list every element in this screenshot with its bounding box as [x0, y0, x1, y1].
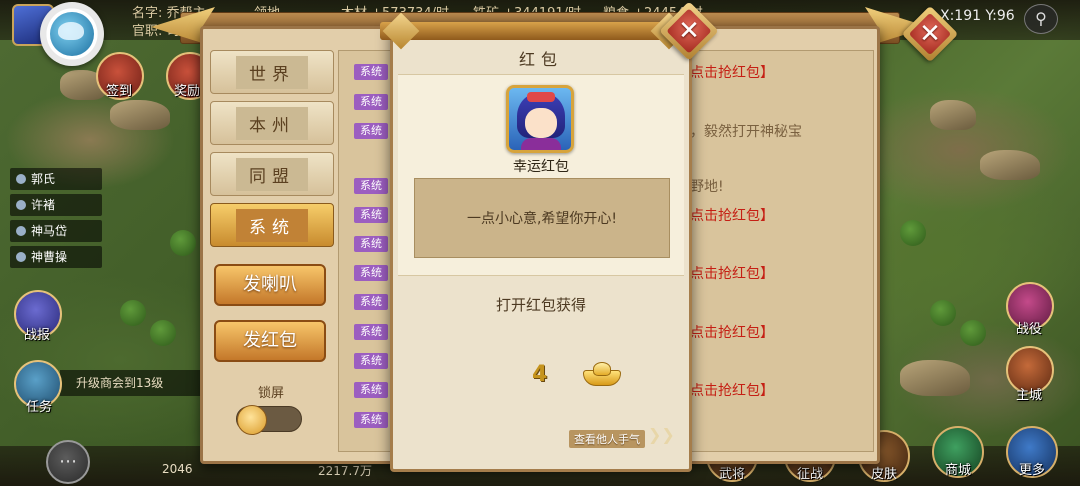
red-packet-sender: 幸运红包 [513, 159, 569, 175]
red-packet-message: 一点小心意,希望你开心! [414, 178, 670, 258]
map-tree [120, 300, 146, 326]
system-tag: 系统 [354, 382, 388, 398]
system-tag: 系统 [354, 265, 388, 281]
task-label: 任务 [26, 400, 53, 415]
message-text: ，毅然打开神秘宝 [690, 124, 802, 140]
chat-close-button[interactable]: ✕ [901, 5, 959, 63]
system-tag: 系统 [354, 236, 388, 252]
grab-red-packet-link[interactable]: 点击抢红包】 [690, 322, 774, 342]
expedition-label: 征战 [796, 467, 823, 482]
skin-label: 皮肤 [870, 467, 897, 482]
red-packet-top-bar [380, 12, 700, 50]
map-tree [900, 220, 926, 246]
reward-label: 打开红包获得 [495, 296, 586, 314]
gold-ingot-icon [583, 362, 621, 386]
tab-world[interactable]: 世界 [210, 50, 334, 94]
more-label: 更多 [1018, 463, 1045, 478]
grab-red-packet-link[interactable]: 点击抢红包】 [690, 380, 774, 400]
main-city-label: 主城 [1016, 388, 1043, 403]
npc-item[interactable]: 神曹操 [10, 246, 102, 268]
npc-avatar-icon [16, 200, 26, 210]
send-red-packet-button[interactable]: 发红包 [214, 320, 326, 362]
close-icon: ✕ [919, 19, 941, 49]
map-rock [900, 360, 970, 396]
send-horn-button[interactable]: 发喇叭 [214, 264, 326, 306]
gold-amount: 2046 [162, 462, 193, 476]
sender-avatar [506, 85, 574, 153]
system-tag: 系统 [354, 412, 388, 428]
sign-in-label: 签到 [106, 84, 133, 99]
lock-screen-label: 锁屏 [258, 386, 285, 401]
task-tracker[interactable]: 升级商会到13级 [60, 370, 200, 396]
system-tag: 系统 [354, 353, 388, 369]
system-tag: 系统 [354, 94, 388, 110]
system-tag: 系统 [354, 178, 388, 194]
toggle-knob[interactable] [237, 405, 267, 435]
red-packet-title: 红包 [518, 50, 563, 69]
generals-label: 武将 [718, 467, 745, 482]
map-tree [170, 230, 196, 256]
shop-label: 商城 [944, 463, 971, 478]
game-logo-icon[interactable] [40, 2, 104, 66]
npc-list: 郭氏 许褚 神马岱 神曹操 [10, 168, 102, 272]
battle-report-label: 战报 [24, 328, 51, 343]
system-tag: 系统 [354, 207, 388, 223]
reward-label: 奖励 [174, 84, 201, 99]
see-others-luck-link[interactable]: 查看他人手气 [569, 430, 645, 448]
tab-system[interactable]: 系统 [210, 203, 334, 247]
npc-avatar-icon [16, 252, 26, 262]
npc-avatar-icon [16, 174, 26, 184]
map-tree [150, 320, 176, 346]
system-tag: 系统 [354, 123, 388, 139]
channel-tabs: 世界 本州 同盟 系统 [210, 50, 334, 254]
search-icon[interactable]: ⚲ [1024, 4, 1058, 34]
system-tag: 系统 [354, 294, 388, 310]
campaign-label: 战役 [1016, 322, 1043, 337]
food-amount: 2217.7万 [318, 464, 372, 478]
map-rock [980, 150, 1040, 180]
map-tree [930, 300, 956, 326]
map-tree [960, 320, 986, 346]
lock-screen-toggle[interactable] [236, 405, 302, 435]
grab-red-packet-link[interactable]: 点击抢红包】 [690, 263, 774, 283]
more-button[interactable]: 更多 [1006, 426, 1058, 478]
chat-bubble-icon[interactable]: ⋯ [46, 440, 90, 484]
map-rock [930, 100, 976, 130]
npc-item[interactable]: 许褚 [10, 194, 102, 216]
map-rock [110, 100, 170, 130]
tab-alliance[interactable]: 同盟 [210, 152, 334, 196]
shop-button[interactable]: 商城 [932, 426, 984, 478]
reward-count: 4 [532, 362, 548, 387]
message-text: 野地! [690, 179, 724, 195]
double-chevron-right-icon[interactable]: ❯❯ [648, 425, 675, 444]
system-tag: 系统 [354, 64, 388, 80]
npc-item[interactable]: 郭氏 [10, 168, 102, 190]
system-tag: 系统 [354, 324, 388, 340]
tab-state[interactable]: 本州 [210, 101, 334, 145]
map-coordinates[interactable]: X:191 Y:96 [940, 8, 1015, 24]
npc-item[interactable]: 神马岱 [10, 220, 102, 242]
grab-red-packet-link[interactable]: 点击抢红包】 [690, 205, 774, 225]
npc-avatar-icon [16, 226, 26, 236]
grab-red-packet-link[interactable]: 点击抢红包】 [690, 62, 774, 82]
